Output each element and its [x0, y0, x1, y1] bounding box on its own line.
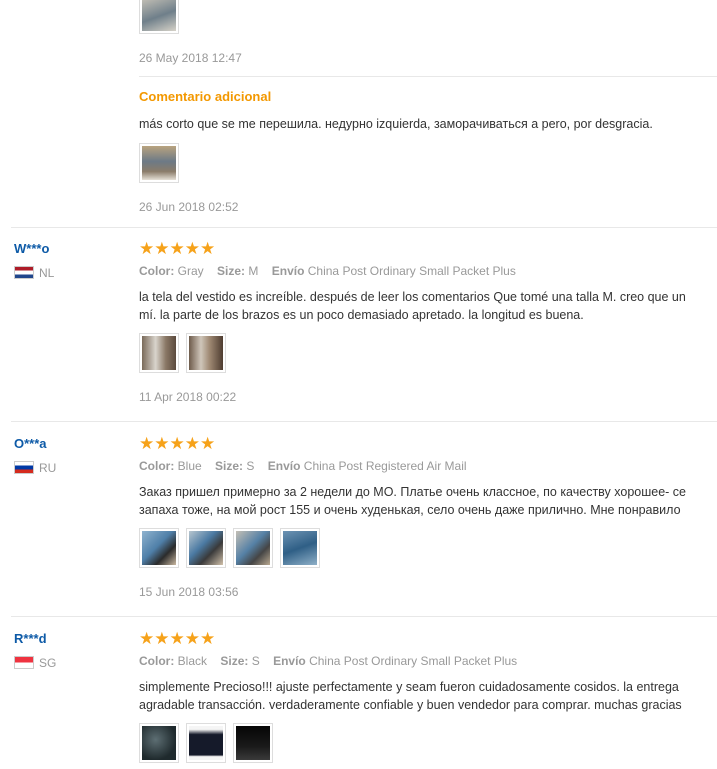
singapore-flag-icon	[14, 656, 34, 669]
review-photo[interactable]	[186, 723, 226, 763]
reviewer-country: RU	[14, 461, 56, 475]
reviewer-name[interactable]: O***a	[14, 436, 47, 451]
russia-flag-icon	[14, 461, 34, 474]
reviewer-name[interactable]: W***o	[14, 241, 49, 256]
review-photo[interactable]	[139, 0, 179, 34]
review-attributes: Color: Black Size: S Envío China Post Or…	[139, 654, 518, 668]
size-value: M	[248, 264, 259, 278]
divider	[139, 76, 717, 77]
review-photo[interactable]	[233, 528, 273, 568]
divider	[11, 616, 717, 617]
review-date: 26 May 2018 12:47	[139, 51, 242, 65]
review-text-line: mí. la parte de los brazos es un poco de…	[139, 308, 584, 322]
review-date: 15 Jun 2018 03:56	[139, 585, 239, 599]
divider	[11, 421, 717, 422]
netherlands-flag-icon	[14, 266, 34, 279]
review-photo[interactable]	[139, 143, 179, 183]
shipping-value: China Post Ordinary Small Packet Plus	[307, 264, 516, 278]
star-rating: ★★★★★	[139, 629, 216, 648]
review-attributes: Color: Blue Size: S Envío China Post Reg…	[139, 459, 467, 473]
size-value: S	[251, 654, 260, 668]
review-date: 11 Apr 2018 00:22	[139, 390, 237, 404]
review-text-line: la tela del vestido es increíble. despué…	[139, 290, 686, 304]
color-value: Blue	[177, 459, 202, 473]
review-photo[interactable]	[280, 528, 320, 568]
shipping-value: China Post Registered Air Mail	[303, 459, 467, 473]
review-text-line: запаха тоже, на мой рост 155 и очень худ…	[139, 503, 681, 517]
review-date: 26 Jun 2018 02:52	[139, 200, 239, 214]
review-photo[interactable]	[139, 723, 179, 763]
divider	[11, 227, 717, 228]
color-value: Black	[177, 654, 208, 668]
reviewer-name[interactable]: R***d	[14, 631, 47, 646]
star-rating: ★★★★★	[139, 239, 216, 258]
review-photo[interactable]	[186, 333, 226, 373]
size-value: S	[246, 459, 255, 473]
reviewer-country: SG	[14, 656, 56, 670]
reviewer-country: NL	[14, 266, 54, 280]
review-photo[interactable]	[233, 723, 273, 763]
review-text-line: agradable transacción. verdaderamente co…	[139, 698, 682, 712]
review-text-line: simplemente Precioso!!! ajuste perfectam…	[139, 680, 679, 694]
review-photo[interactable]	[186, 528, 226, 568]
review-text-line: Заказ пришел примерно за 2 недели до МО.…	[139, 485, 686, 499]
review-photo[interactable]	[139, 333, 179, 373]
review-attributes: Color: Gray Size: M Envío China Post Ord…	[139, 264, 516, 278]
star-rating: ★★★★★	[139, 434, 216, 453]
additional-comment-text: más corto que se me перешила. недурно iz…	[139, 117, 653, 131]
shipping-value: China Post Ordinary Small Packet Plus	[309, 654, 518, 668]
additional-comment-label: Comentario adicional	[139, 89, 272, 104]
review-photo[interactable]	[139, 528, 179, 568]
color-value: Gray	[177, 264, 204, 278]
